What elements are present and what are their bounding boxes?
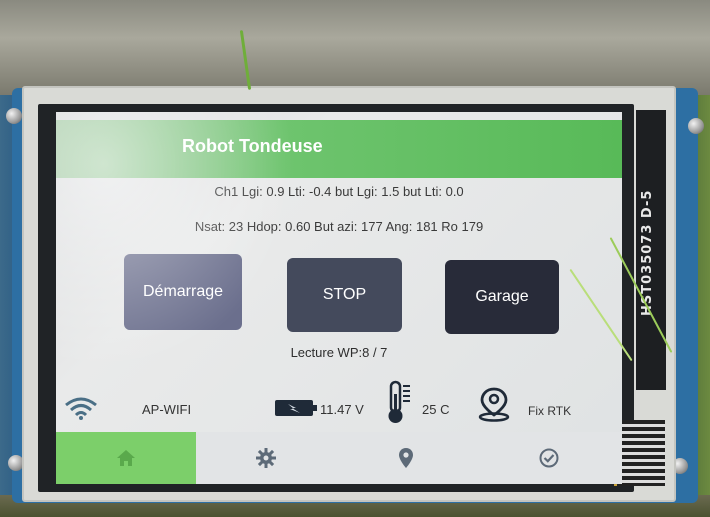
lcd-screen: Robot Tondeuse Ch1 Lgi: 0.9 Lti: -0.4 bu… bbox=[56, 112, 622, 484]
header-bar bbox=[56, 120, 622, 178]
battery-voltage: 11.47 V bbox=[320, 402, 364, 417]
nav-gps[interactable] bbox=[336, 432, 476, 484]
status-bar: AP-WIFI 11.47 V 25 C Fix RTK bbox=[56, 380, 622, 428]
location-icon bbox=[478, 387, 510, 422]
gps-readout: Nsat: 23 Hdop: 0.60 But azi: 177 Ang: 18… bbox=[194, 219, 484, 234]
nav-confirm[interactable] bbox=[476, 432, 622, 484]
bottom-navbar bbox=[56, 432, 622, 484]
thermometer-icon bbox=[388, 380, 410, 423]
wifi-label: AP-WIFI bbox=[142, 402, 192, 417]
channel-readout: Ch1 Lgi: 0.9 Lti: -0.4 but Lgi: 1.5 but … bbox=[214, 184, 464, 199]
background-wall bbox=[0, 0, 710, 95]
temperature: 25 C bbox=[422, 402, 450, 417]
map-pin-icon bbox=[399, 448, 413, 468]
gps-fix-status: Fix RTK bbox=[528, 404, 572, 418]
module-label: HST035073 D-5 bbox=[640, 189, 655, 317]
waypoint-status: Lecture WP:8 / 7 bbox=[290, 345, 388, 360]
screw-icon bbox=[688, 118, 704, 134]
check-circle-icon bbox=[539, 448, 559, 468]
nav-settings[interactable] bbox=[196, 432, 336, 484]
gear-icon bbox=[256, 448, 276, 468]
start-button[interactable]: Démarrage bbox=[124, 254, 242, 330]
screw-icon bbox=[6, 108, 22, 124]
home-icon bbox=[117, 450, 135, 466]
wifi-icon bbox=[65, 397, 97, 420]
garage-button[interactable]: Garage bbox=[445, 260, 559, 334]
page-title: Robot Tondeuse bbox=[182, 136, 323, 156]
nav-home[interactable] bbox=[56, 432, 196, 484]
battery-icon bbox=[275, 400, 317, 416]
stop-button[interactable]: STOP bbox=[287, 258, 402, 332]
